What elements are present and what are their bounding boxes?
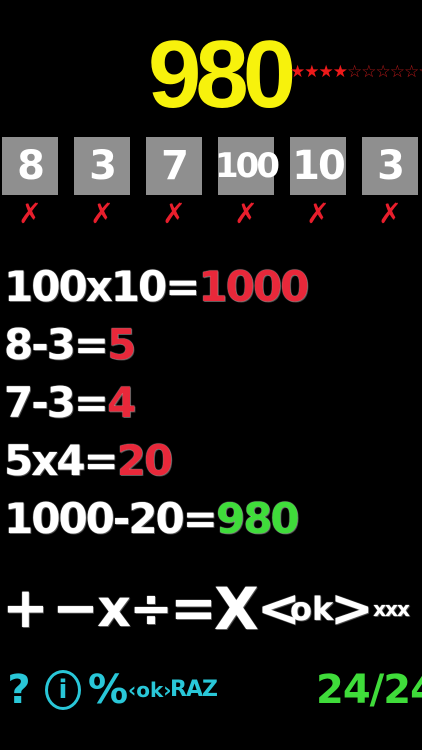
used-mark-icon: ✗ (306, 197, 330, 230)
help-button[interactable]: ? (6, 660, 32, 720)
star-rating: ★ ★ ★ ★ ☆ ☆ ☆ ☆ ☆ ☆ (290, 60, 422, 84)
info-icon: i (45, 670, 81, 710)
footer-ok-button[interactable]: ‹ok› (128, 660, 172, 720)
star-7: ☆ (375, 62, 391, 82)
used-mark-icon: ✗ (162, 197, 186, 230)
number-tile-4[interactable]: 100 (215, 137, 280, 195)
equation-row: 1000-20=980 (4, 490, 422, 548)
number-tiles: 8 3 7 100 10 3 (0, 137, 422, 197)
equation-result: 4 (107, 378, 136, 427)
footer-bar: ? i % ‹ok› RAZ 24/24 (0, 660, 422, 720)
equation-row: 100x10=1000 (4, 258, 422, 316)
equation-row: 7-3=4 (4, 374, 422, 432)
star-1: ★ (290, 62, 305, 82)
star-10: ☆ (418, 60, 422, 84)
equation-expression: 1000-20= (4, 494, 218, 543)
star-5: ☆ (347, 62, 362, 82)
star-9: ☆ (404, 62, 419, 82)
plus-button[interactable]: + (2, 578, 49, 640)
reset-button[interactable]: RAZ (170, 660, 218, 720)
clear-all-button[interactable]: xxx (362, 578, 420, 640)
star-3: ★ (318, 62, 334, 82)
star-4: ★ (332, 62, 348, 82)
equation-expression: 8-3= (4, 320, 109, 369)
equation-expression: 5x4= (4, 436, 119, 485)
equals-button[interactable]: = (170, 578, 217, 640)
info-button[interactable]: i (44, 660, 82, 720)
number-tile-2[interactable]: 3 (74, 137, 130, 195)
clear-button[interactable]: X (214, 578, 259, 640)
equation-result: 5 (107, 320, 136, 369)
star-2: ★ (304, 62, 319, 82)
next-button[interactable]: > (330, 578, 374, 640)
number-tile-1[interactable]: 8 (2, 137, 58, 195)
equation-result: 980 (215, 494, 300, 543)
used-mark-icon: ✗ (90, 197, 114, 230)
ok-button[interactable]: ok (290, 578, 333, 640)
target-number: 980 (148, 21, 296, 128)
star-6: ☆ (361, 62, 376, 82)
number-tile-3[interactable]: 7 (146, 137, 202, 195)
previous-button[interactable]: < (257, 578, 301, 640)
equation-result: 1000 (198, 262, 309, 311)
equation-row: 5x4=20 (4, 432, 422, 490)
used-mark-icon: ✗ (378, 197, 402, 230)
equation-row: 8-3=5 (4, 316, 422, 374)
equation-result: 20 (116, 436, 173, 485)
used-mark-icon: ✗ (18, 197, 42, 230)
equation-expression: 100x10= (4, 262, 200, 311)
divide-button[interactable]: ÷ (128, 578, 174, 640)
star-8: ☆ (389, 62, 405, 82)
progress-counter: 24/24 (316, 667, 422, 713)
number-tile-5[interactable]: 10 (290, 137, 346, 195)
used-mark-icon: ✗ (234, 197, 258, 230)
operator-bar: + − x ÷ = X < ok > xxx (0, 578, 422, 641)
equation-expression: 7-3= (4, 378, 109, 427)
percent-button[interactable]: % (88, 660, 128, 720)
equation-list: 100x10=1000 8-3=5 7-3=4 5x4=20 1000-20=9… (4, 258, 422, 548)
number-tile-6[interactable]: 3 (362, 137, 418, 195)
minus-button[interactable]: − (52, 578, 99, 640)
